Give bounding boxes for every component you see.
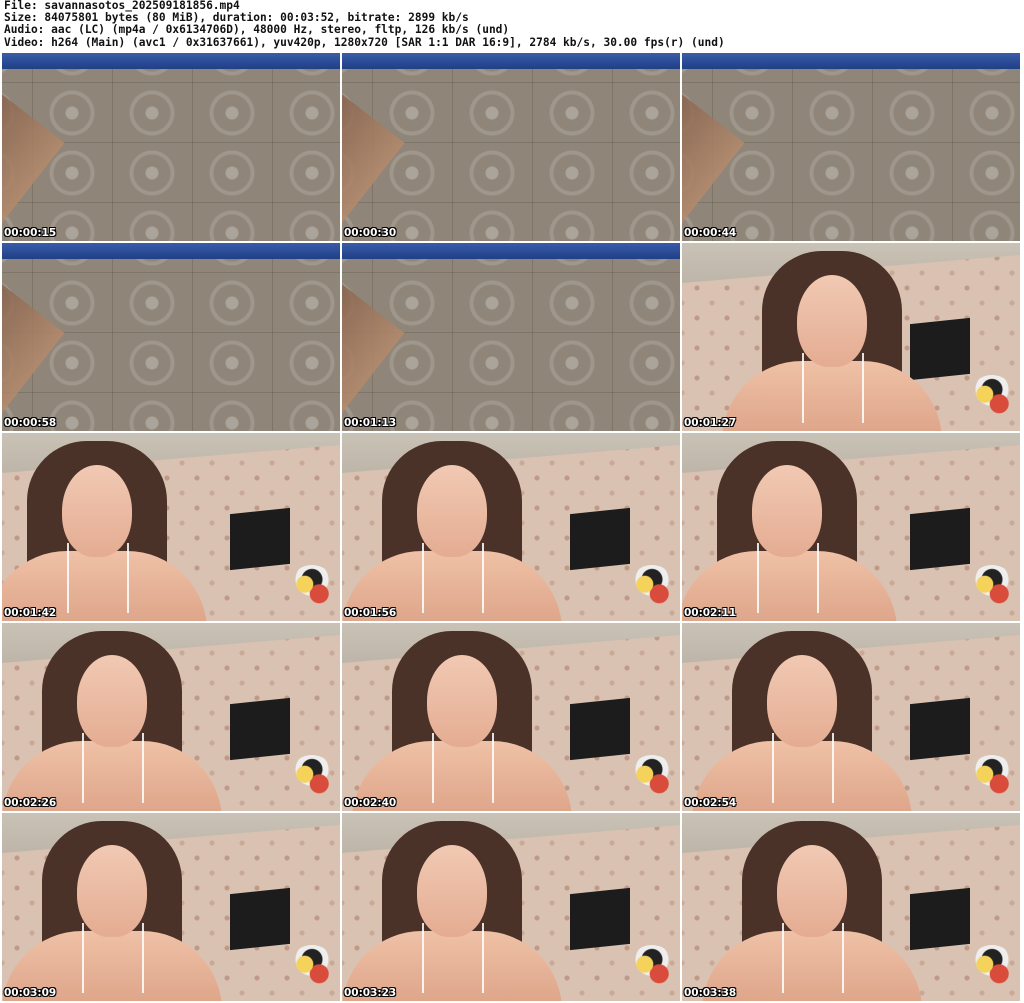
ceiling-beam [682,63,745,241]
frame-timestamp: 00:02:54 [684,797,737,809]
ceiling-trim [342,243,680,259]
earphone-wire [82,923,84,993]
video-frame-thumbnail: 00:02:40 [342,623,680,811]
plush-toy [968,755,1016,803]
tv-screen [230,507,290,571]
video-frame-thumbnail: 00:03:23 [342,813,680,1001]
earphone-wire [422,543,424,613]
thumbnail-grid: 00:00:15 00:00:30 00:00:44 00:00:58 00:01:13… [2,53,1022,1003]
video-frame-thumbnail: 00:01:42 [2,433,340,621]
earphone-wire [862,353,864,423]
ceiling-beam [2,253,65,431]
frame-timestamp: 00:01:27 [684,417,737,429]
frame-timestamp: 00:02:11 [684,607,737,619]
earphone-wire [817,543,819,613]
frame-timestamp: 00:03:09 [4,987,57,999]
tv-screen [570,507,630,571]
plush-toy [968,945,1016,993]
frame-timestamp: 00:02:26 [4,797,57,809]
earphone-wire [67,543,69,613]
earphone-wire [832,733,834,803]
tv-screen [230,697,290,761]
earphone-wire [482,923,484,993]
ceiling-trim [342,53,680,69]
plush-toy [628,945,676,993]
video-frame-thumbnail: 00:00:15 [2,53,340,241]
tv-screen [230,887,290,951]
plush-toy [628,565,676,613]
earphone-wire [492,733,494,803]
earphone-wire [82,733,84,803]
person-face [77,655,147,747]
plush-toy [288,565,336,613]
video-frame-thumbnail: 00:03:38 [682,813,1020,1001]
earphone-wire [802,353,804,423]
tv-screen [910,697,970,761]
ceiling-beam [2,63,65,241]
plush-toy [288,755,336,803]
ceiling-beam [342,253,405,431]
ceiling-beam [342,63,405,241]
tv-screen [910,317,970,381]
earphone-wire [432,733,434,803]
earphone-wire [142,733,144,803]
person-face [417,465,487,557]
person-face [62,465,132,557]
video-frame-thumbnail: 00:00:44 [682,53,1020,241]
video-frame-thumbnail: 00:02:54 [682,623,1020,811]
frame-timestamp: 00:01:13 [344,417,397,429]
person-face [417,845,487,937]
size-line: Size: 84075801 bytes (80 MiB), duration:… [4,12,469,25]
earphone-wire [782,923,784,993]
earphone-wire [842,923,844,993]
audio-line: Audio: aac (LC) (mp4a / 0x6134706D), 480… [4,24,510,37]
plush-toy [628,755,676,803]
frame-timestamp: 00:01:42 [4,607,57,619]
tv-screen [910,887,970,951]
plush-toy [968,565,1016,613]
frame-timestamp: 00:01:56 [344,607,397,619]
earphone-wire [127,543,129,613]
person-face [752,465,822,557]
earphone-wire [757,543,759,613]
ceiling-trim [682,53,1020,69]
tv-screen [570,887,630,951]
video-frame-thumbnail: 00:00:58 [2,243,340,431]
video-frame-thumbnail: 00:01:56 [342,433,680,621]
video-frame-thumbnail: 00:01:13 [342,243,680,431]
file-info-header: File: savannasotos_202509181856.mp4 Size… [4,0,1020,52]
person-face [777,845,847,937]
ceiling-trim [2,53,340,69]
frame-timestamp: 00:02:40 [344,797,397,809]
frame-timestamp: 00:00:15 [4,227,57,239]
tv-screen [910,507,970,571]
file-name-line: File: savannasotos_202509181856.mp4 [4,0,240,12]
earphone-wire [142,923,144,993]
frame-timestamp: 00:00:44 [684,227,737,239]
plush-toy [968,375,1016,423]
video-frame-thumbnail: 00:02:11 [682,433,1020,621]
video-frame-thumbnail: 00:02:26 [2,623,340,811]
video-line: Video: h264 (Main) (avc1 / 0x31637661), … [4,36,725,49]
person-face [797,275,867,367]
frame-timestamp: 00:00:30 [344,227,397,239]
earphone-wire [772,733,774,803]
person-face [77,845,147,937]
earphone-wire [422,923,424,993]
frame-timestamp: 00:03:38 [684,987,737,999]
earphone-wire [482,543,484,613]
person-face [427,655,497,747]
video-frame-thumbnail: 00:00:30 [342,53,680,241]
plush-toy [288,945,336,993]
frame-timestamp: 00:03:23 [344,987,397,999]
ceiling-trim [2,243,340,259]
video-frame-thumbnail: 00:01:27 [682,243,1020,431]
frame-timestamp: 00:00:58 [4,417,57,429]
video-frame-thumbnail: 00:03:09 [2,813,340,1001]
person-face [767,655,837,747]
tv-screen [570,697,630,761]
person-shoulders [722,361,942,431]
